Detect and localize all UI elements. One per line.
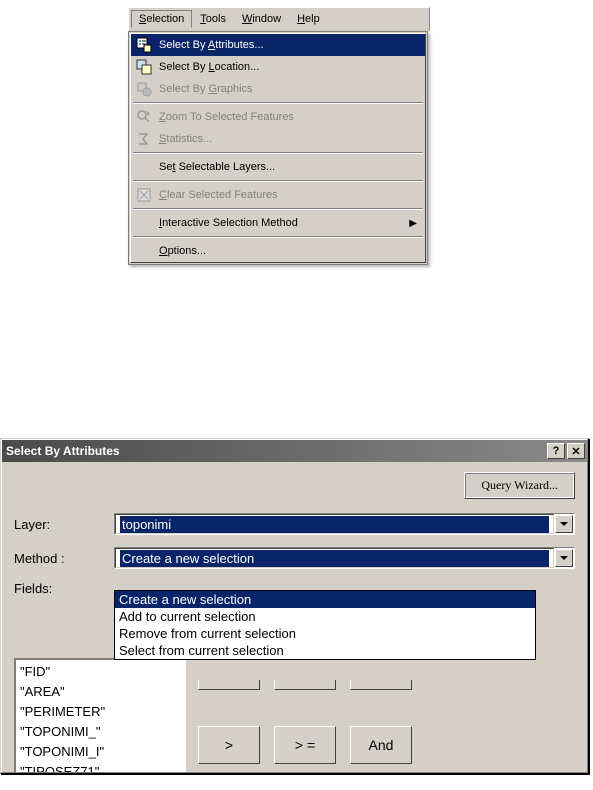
field-item[interactable]: "PERIMETER" <box>20 702 182 722</box>
help-button[interactable]: ? <box>547 443 565 459</box>
menu-label: Interactive Selection Method <box>159 217 409 229</box>
layer-combo[interactable]: toponimi <box>114 513 575 535</box>
menu-item-select-by-graphics: Select By Graphics <box>131 78 425 100</box>
menu-separator <box>133 102 423 104</box>
selection-dropdown: Select By Attributes... Select By Locati… <box>128 31 428 265</box>
field-item[interactable]: "TOPONIMI_I" <box>20 742 182 762</box>
menu-item-clear-selected: Clear Selected Features <box>131 184 425 206</box>
menu-item-interactive-selection-method[interactable]: Interactive Selection Method ▶ <box>131 212 425 234</box>
fields-listbox[interactable]: "FID" "AREA" "PERIMETER" "TOPONIMI_" "TO… <box>14 658 188 772</box>
selection-menu-region: Selection Tools Window Help Select By At… <box>128 7 430 265</box>
select-by-graphics-icon <box>133 80 155 98</box>
dialog-title: Select By Attributes <box>6 444 545 458</box>
menu-item-select-by-location[interactable]: Select By Location... <box>131 56 425 78</box>
menubar-item-selection[interactable]: Selection <box>131 10 192 28</box>
layer-label: Layer: <box>14 517 114 532</box>
fields-label: Fields: <box>14 581 114 596</box>
layer-combo-value: toponimi <box>115 514 554 534</box>
method-combo[interactable]: Create a new selection <box>114 547 575 569</box>
op-ne-button[interactable] <box>274 680 336 690</box>
menu-label: Select By Location... <box>159 61 421 73</box>
field-item[interactable]: "AREA" <box>20 682 182 702</box>
method-option[interactable]: Remove from current selection <box>115 625 535 642</box>
blank-icon <box>133 242 155 260</box>
method-combo-list: Create a new selection Add to current se… <box>114 590 536 660</box>
method-label: Method : <box>14 551 114 566</box>
method-option[interactable]: Create a new selection <box>115 591 535 608</box>
chevron-down-icon[interactable] <box>555 515 573 533</box>
menu-label: Set Selectable Layers... <box>159 161 421 173</box>
method-option[interactable]: Add to current selection <box>115 608 535 625</box>
statistics-icon <box>133 130 155 148</box>
menu-separator <box>133 152 423 154</box>
method-combo-value: Create a new selection <box>115 548 554 568</box>
field-item[interactable]: "FID" <box>20 662 182 682</box>
menu-item-set-selectable-layers[interactable]: Set Selectable Layers... <box>131 156 425 178</box>
op-gt-button[interactable]: > <box>198 726 260 764</box>
menu-item-zoom-to-selected: Zoom To Selected Features <box>131 106 425 128</box>
menu-separator <box>133 236 423 238</box>
menu-separator <box>133 208 423 210</box>
close-button[interactable]: ✕ <box>567 443 585 459</box>
menubar-item-help[interactable]: Help <box>289 10 328 28</box>
field-item[interactable]: "TIPOSEZ71" <box>20 762 182 772</box>
op-like-button[interactable] <box>350 680 412 690</box>
menubar-item-tools[interactable]: Tools <box>192 10 234 28</box>
select-by-attributes-icon <box>133 36 155 54</box>
menu-label: Select By Graphics <box>159 83 421 95</box>
op-and-button[interactable]: And <box>350 726 412 764</box>
operator-buttons: > > = And < < = Or <box>198 680 412 772</box>
zoom-selected-icon <box>133 108 155 126</box>
menu-label: Clear Selected Features <box>159 189 421 201</box>
menu-item-options[interactable]: Options... <box>131 240 425 262</box>
menu-separator <box>133 180 423 182</box>
query-wizard-button[interactable]: Query Wizard... <box>464 472 575 499</box>
op-gte-button[interactable]: > = <box>274 726 336 764</box>
field-item[interactable]: "TOPONIMI_" <box>20 722 182 742</box>
menu-label: Statistics... <box>159 133 421 145</box>
method-option[interactable]: Select from current selection <box>115 642 535 659</box>
menu-label: Select By Attributes... <box>159 39 421 51</box>
dialog-titlebar: Select By Attributes ? ✕ <box>2 440 587 462</box>
blank-icon <box>133 214 155 232</box>
clear-selection-icon <box>133 186 155 204</box>
chevron-down-icon[interactable] <box>555 549 573 567</box>
menu-label: Options... <box>159 245 421 257</box>
menu-label: Zoom To Selected Features <box>159 111 421 123</box>
select-by-attributes-dialog: Select By Attributes ? ✕ Query Wizard...… <box>0 438 589 774</box>
menu-item-statistics: Statistics... <box>131 128 425 150</box>
menubar: Selection Tools Window Help <box>128 7 430 31</box>
menu-item-select-by-attributes[interactable]: Select By Attributes... <box>131 34 425 56</box>
blank-icon <box>133 158 155 176</box>
submenu-arrow-icon: ▶ <box>409 218 417 229</box>
menubar-item-window[interactable]: Window <box>234 10 289 28</box>
select-by-location-icon <box>133 58 155 76</box>
op-eq-button[interactable] <box>198 680 260 690</box>
